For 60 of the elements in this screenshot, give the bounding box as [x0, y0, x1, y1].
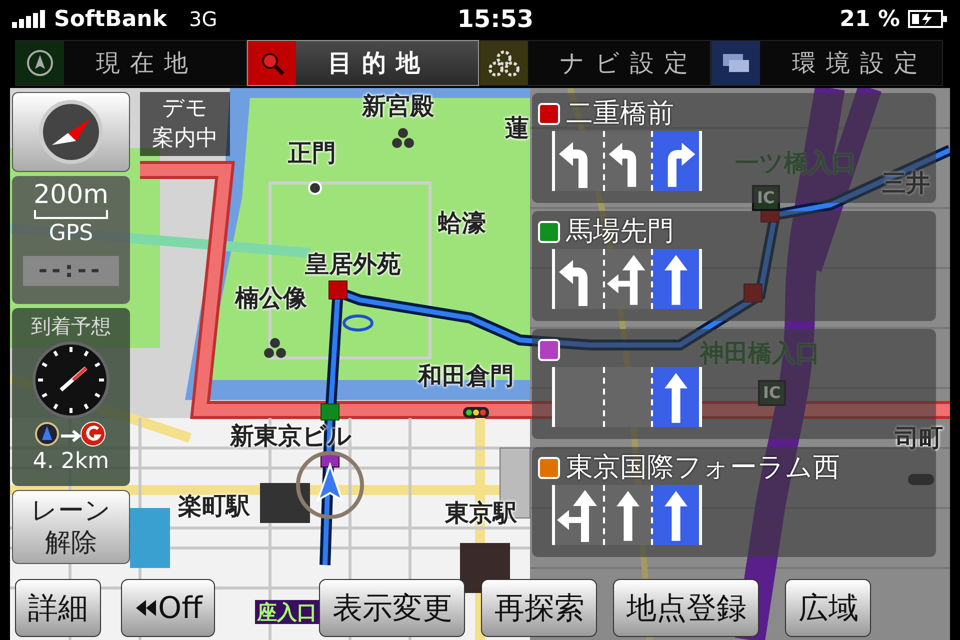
- distance-to-goal: 4. 2km: [32, 448, 110, 476]
- battery-charging-icon: [908, 9, 948, 29]
- waypoint-marker: [744, 284, 762, 302]
- signal-icon: [12, 10, 48, 28]
- demo-text: 案内中: [152, 125, 218, 153]
- menu-button[interactable]: 広域: [785, 579, 872, 637]
- tree-cluster-icon: [264, 338, 286, 358]
- map-label: 新宮殿: [362, 91, 434, 122]
- traffic-light-icon: [908, 474, 934, 485]
- compass-button[interactable]: [12, 92, 130, 172]
- nav-tab[interactable]: 現在地: [15, 40, 247, 86]
- interchange-badge: IC: [758, 380, 786, 406]
- traffic-light-icon: [463, 407, 489, 418]
- map-label: 司町: [895, 423, 943, 454]
- menu-button[interactable]: 詳細: [15, 579, 101, 637]
- rewind-icon: [134, 598, 158, 618]
- arrival-label: 到着予想: [31, 313, 111, 340]
- interchange-badge: IC: [752, 185, 780, 211]
- map-label: 楽町駅: [178, 491, 250, 522]
- lane-clear-button[interactable]: レーン 解除: [12, 490, 130, 564]
- building-drawing: [130, 508, 170, 568]
- search-icon: [248, 41, 296, 85]
- compass-icon: [38, 99, 104, 165]
- time-display: --:--: [23, 256, 119, 286]
- tree-cluster-icon: [392, 128, 414, 148]
- building-drawing: [260, 483, 310, 523]
- gears-icon: [480, 41, 528, 85]
- carrier-name: SoftBank: [54, 6, 167, 34]
- map-label: 楠公像: [235, 283, 307, 314]
- rewind-off-button[interactable]: Off: [121, 579, 216, 637]
- nav-tab[interactable]: 環境設定: [711, 40, 943, 86]
- nav-tab[interactable]: ナビ設定: [479, 40, 711, 86]
- intersection-name: 馬場先門: [566, 214, 674, 249]
- menu-button[interactable]: 地点登録: [613, 579, 760, 637]
- waypoint-marker: [320, 404, 340, 420]
- demo-text: デモ: [162, 95, 208, 123]
- nav-tab[interactable]: 目的地: [247, 40, 479, 86]
- positioning-mode: GPS: [48, 220, 94, 248]
- map-label: 蛤濠: [438, 208, 486, 239]
- menu-button[interactable]: 表示変更: [319, 579, 466, 637]
- waypoint-marker: [328, 280, 348, 300]
- network-type: 3G: [188, 6, 218, 33]
- map-label: 正門: [288, 138, 336, 169]
- map-label: 座入口: [255, 600, 319, 624]
- clock-icon: [31, 340, 111, 420]
- scale-bar-icon: [33, 210, 109, 220]
- map-label: 蓮: [505, 113, 529, 144]
- intersection-name: 二重橋前: [566, 96, 674, 131]
- ring-icon: [342, 314, 374, 332]
- intersection-name: 東京国際フォーラム西: [566, 450, 840, 485]
- map-label: 東京駅: [445, 498, 517, 529]
- battery-percent: 21 %: [840, 6, 900, 34]
- scale-value: 200m: [34, 180, 108, 210]
- map-label: 皇居外苑: [305, 249, 401, 280]
- menu-button[interactable]: 再探索: [481, 579, 598, 637]
- map-label: 三井: [882, 168, 930, 199]
- map-label: 和田倉門: [418, 361, 514, 392]
- clock-time: 15:53: [457, 4, 534, 35]
- screens-icon: [712, 41, 760, 85]
- poi-icon: [308, 181, 322, 195]
